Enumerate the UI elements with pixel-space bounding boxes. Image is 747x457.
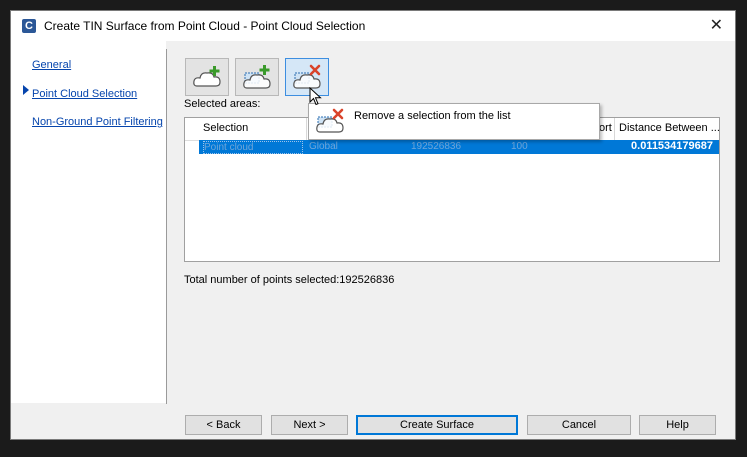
sidebar-item-general[interactable]: General [32,59,71,71]
sidebar-item-non-ground-filtering[interactable]: Non-Ground Point Filtering [32,116,163,128]
selected-areas-label: Selected areas: [184,98,261,110]
row-cell-percent: 100 [511,141,528,152]
title-bar: C Create TIN Surface from Point Cloud - … [11,11,735,41]
sidebar-item-point-cloud-selection[interactable]: Point Cloud Selection [32,88,137,100]
add-point-cloud-button[interactable] [185,58,229,96]
table-row[interactable]: Point cloud Global 192526836 100 0.01153… [199,140,719,154]
col-header-selection[interactable]: Selection [203,122,248,134]
dialog-window: C Create TIN Surface from Point Cloud - … [10,10,736,440]
col-separator [306,118,307,140]
cloud-region-remove-icon [316,108,344,133]
sidebar-divider [166,49,167,404]
help-button[interactable]: Help [639,415,716,435]
cloud-region-add-icon [243,65,271,89]
current-step-arrow-icon [23,85,29,95]
row-cell-distance: 0.011534179687 [631,140,713,152]
add-selection-button[interactable] [235,58,279,96]
create-surface-button[interactable]: Create Surface [356,415,518,435]
row-cell-layer: Global [309,141,338,152]
col-header-points[interactable]: ort [599,122,612,134]
window-title: Create TIN Surface from Point Cloud - Po… [44,19,366,33]
col-header-distance[interactable]: Distance Between ... [619,122,719,134]
cloud-add-icon [193,66,221,87]
back-button[interactable]: < Back [185,415,262,435]
next-button[interactable]: Next > [271,415,348,435]
cancel-button[interactable]: Cancel [527,415,631,435]
col-separator [614,118,615,140]
total-points-label: Total number of points selected:19252683… [184,274,395,286]
wizard-sidebar: General Point Cloud Selection Non-Ground… [11,41,166,403]
tooltip: Remove a selection from the list [308,103,600,140]
tooltip-text: Remove a selection from the list [354,110,511,122]
row-cell-points: 192526836 [411,141,462,152]
row-cell-selection: Point cloud [203,141,303,154]
close-icon[interactable]: ✕ [710,15,723,35]
app-icon: C [22,19,36,33]
mouse-cursor-icon [309,87,322,106]
